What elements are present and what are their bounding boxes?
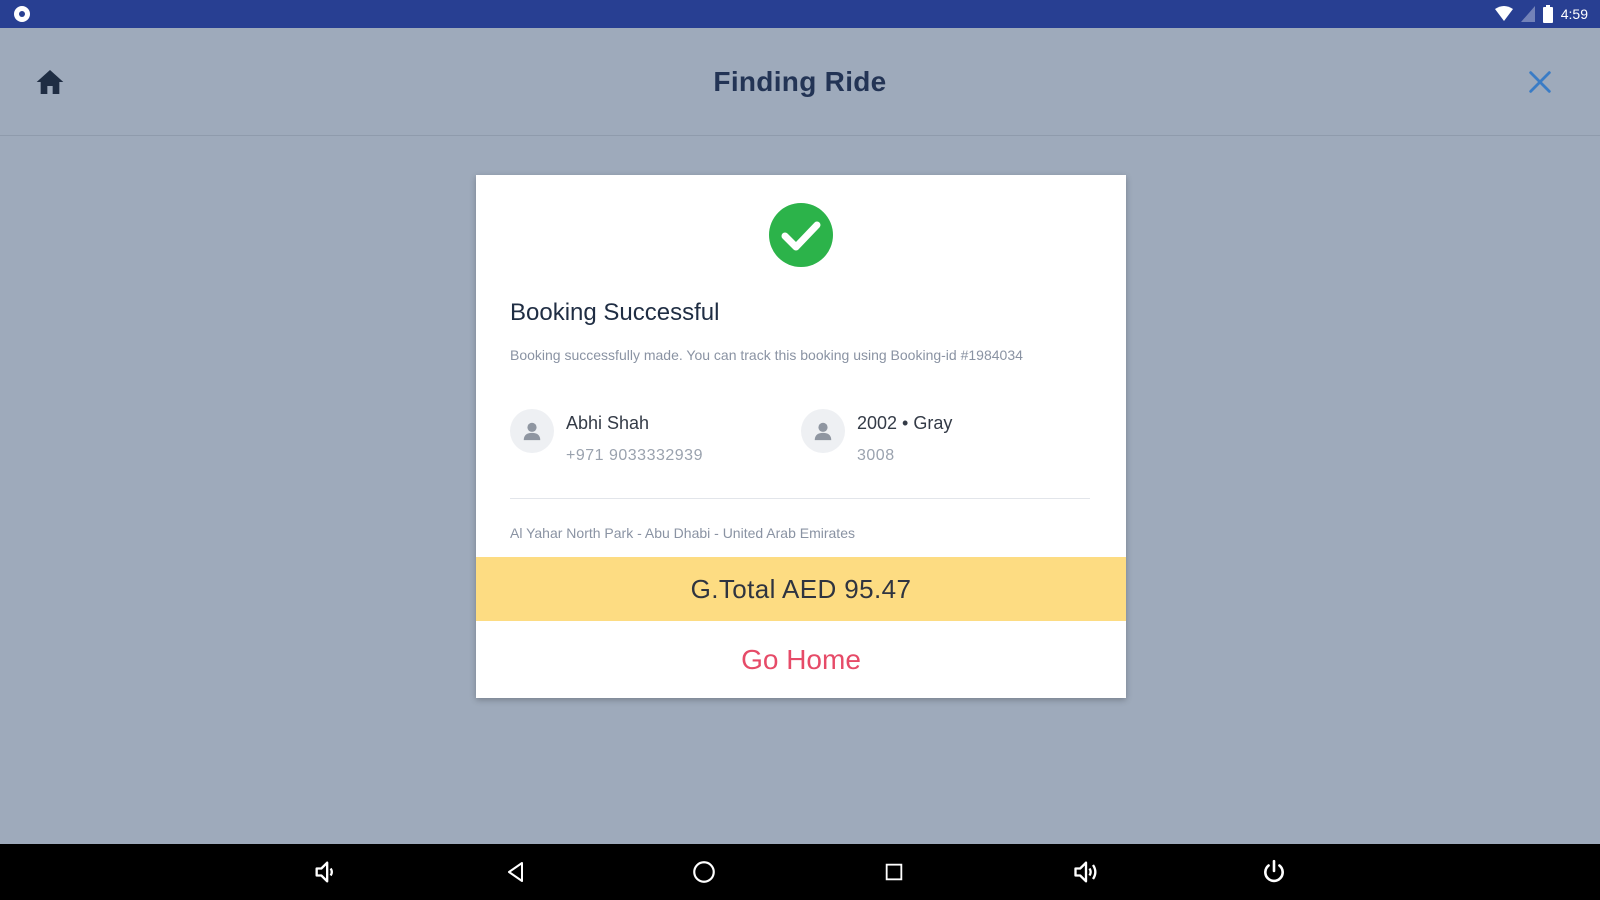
navigation-bar <box>0 844 1600 900</box>
back-button[interactable] <box>500 856 532 888</box>
gear-icon <box>12 4 32 24</box>
vehicle-number: 3008 <box>857 447 895 464</box>
vehicle-text: 2002 • Gray 3008 <box>857 409 952 465</box>
page-title: Finding Ride <box>713 66 887 97</box>
booking-dialog: Booking Successful Booking successfully … <box>476 175 1126 698</box>
dialog-title: Booking Successful <box>510 299 720 326</box>
home-nav-button[interactable] <box>688 856 720 888</box>
back-icon <box>508 862 523 882</box>
home-circle-icon <box>693 861 715 883</box>
go-home-button[interactable]: Go Home <box>476 621 1126 698</box>
divider <box>510 498 1090 499</box>
vehicle-info: 2002 • Gray 3008 <box>801 409 952 465</box>
wifi-icon <box>1494 6 1513 22</box>
status-time: 4:59 <box>1560 6 1588 22</box>
recents-button[interactable] <box>878 856 910 888</box>
volume-down-button[interactable] <box>310 856 342 888</box>
volume-down-icon <box>315 861 333 883</box>
status-bar-right: 4:59 <box>1494 5 1588 23</box>
battery-icon <box>1542 5 1553 23</box>
driver-text: Abhi Shah +971 9033332939 <box>566 409 703 465</box>
vehicle-description: 2002 • Gray <box>857 413 953 433</box>
grand-total-bar: G.Total AED 95.47 <box>476 557 1126 621</box>
power-icon <box>1264 859 1284 883</box>
status-bar-left <box>12 4 32 24</box>
status-bar: 4:59 <box>0 0 1600 28</box>
driver-phone: +971 9033332939 <box>566 447 703 464</box>
close-icon <box>1529 71 1551 93</box>
go-home-label: Go Home <box>741 643 861 675</box>
app-bar: Finding Ride <box>0 28 1600 136</box>
close-button[interactable] <box>1526 68 1554 96</box>
driver-name: Abhi Shah <box>566 413 650 433</box>
grand-total-label: G.Total AED 95.47 <box>690 573 912 604</box>
person-icon <box>523 422 541 441</box>
dialog-message: Booking successfully made. You can track… <box>510 347 1023 363</box>
driver-info: Abhi Shah +971 9033332939 <box>510 409 703 465</box>
check-circle-icon <box>769 203 833 267</box>
driver-avatar <box>510 409 554 453</box>
volume-up-button[interactable] <box>1070 856 1102 888</box>
recents-icon <box>885 863 903 881</box>
power-button[interactable] <box>1258 856 1290 888</box>
volume-up-icon <box>1074 861 1097 883</box>
vehicle-avatar <box>801 409 845 453</box>
person-icon <box>814 422 832 441</box>
pickup-address: Al Yahar North Park - Abu Dhabi - United… <box>510 525 855 541</box>
signal-icon <box>1520 6 1535 22</box>
